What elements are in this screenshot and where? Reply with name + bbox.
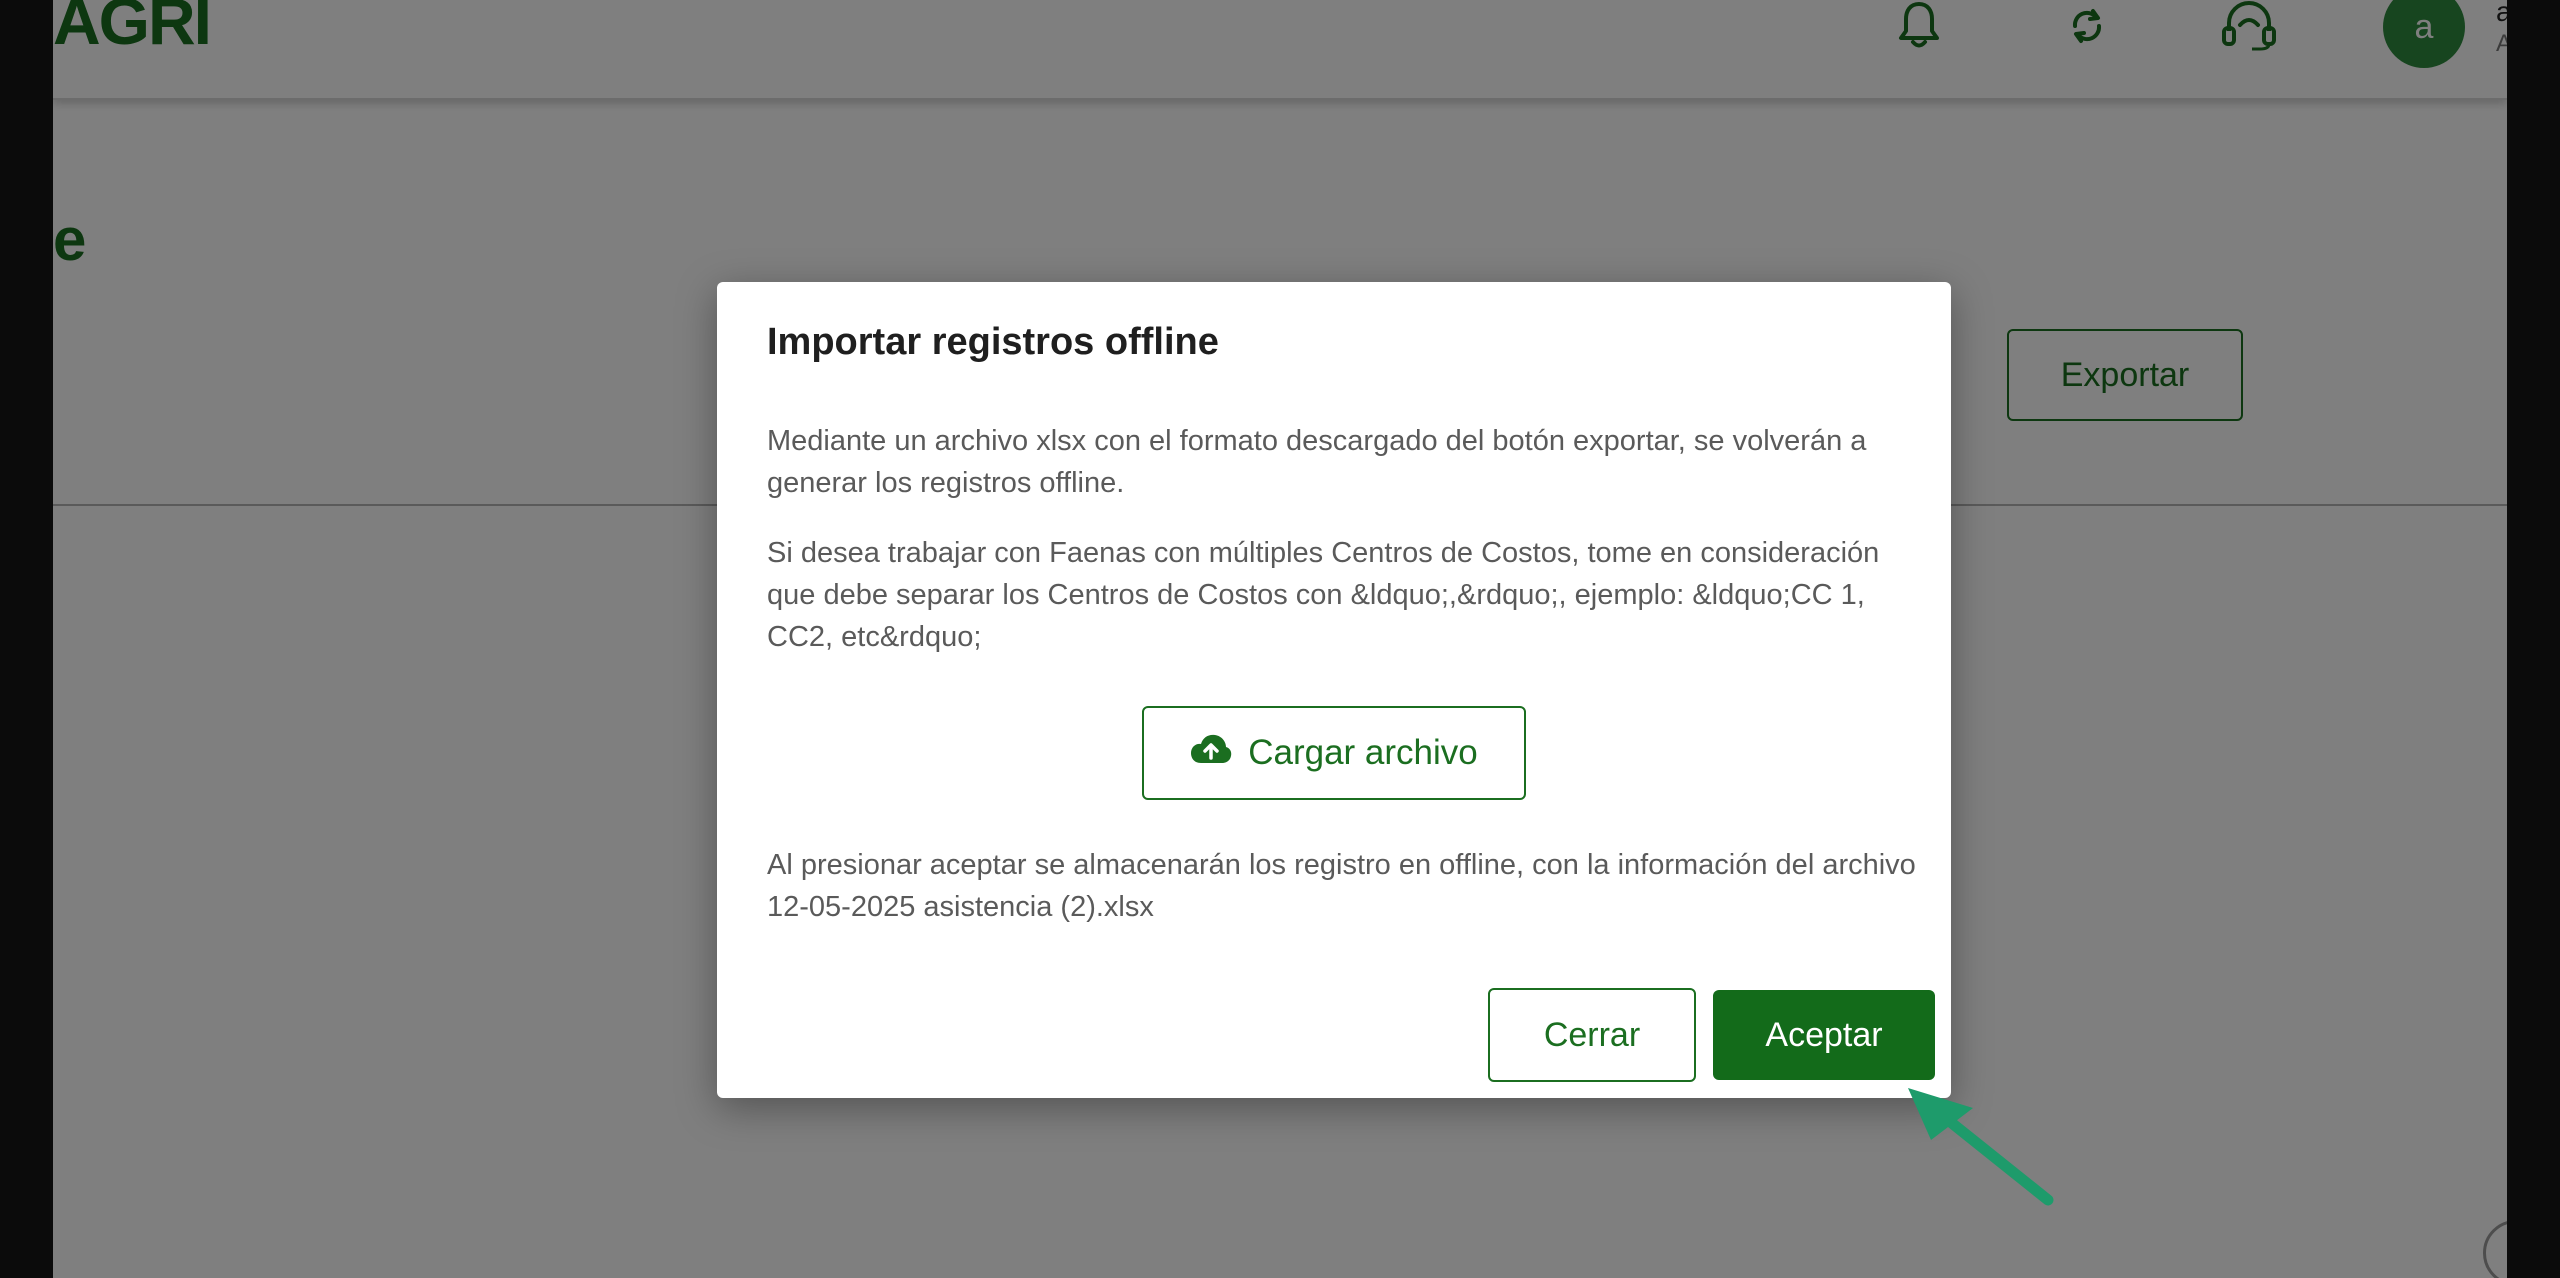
dialog-confirm-info: Al presionar aceptar se almacenarán los … [767,849,1916,923]
import-offline-dialog: Importar registros offline Mediante un a… [717,282,1951,1098]
annotation-arrow-icon [1908,1088,2054,1206]
dialog-description: Mediante un archivo xlsx con el formato … [767,425,1867,499]
upload-file-label: Cargar archivo [1248,733,1478,772]
close-button[interactable]: Cerrar [1488,988,1696,1082]
right-letterbox [2507,0,2560,1278]
cloud-upload-icon [1190,733,1232,774]
dialog-cost-center-note: Si desea trabajar con Faenas con múltipl… [767,537,1880,653]
app-window: AGRI a [53,0,2507,1278]
left-letterbox [0,0,53,1278]
accept-button[interactable]: Aceptar [1713,990,1935,1080]
upload-file-button[interactable]: Cargar archivo [1142,706,1526,800]
dialog-title: Importar registros offline [767,321,1219,363]
